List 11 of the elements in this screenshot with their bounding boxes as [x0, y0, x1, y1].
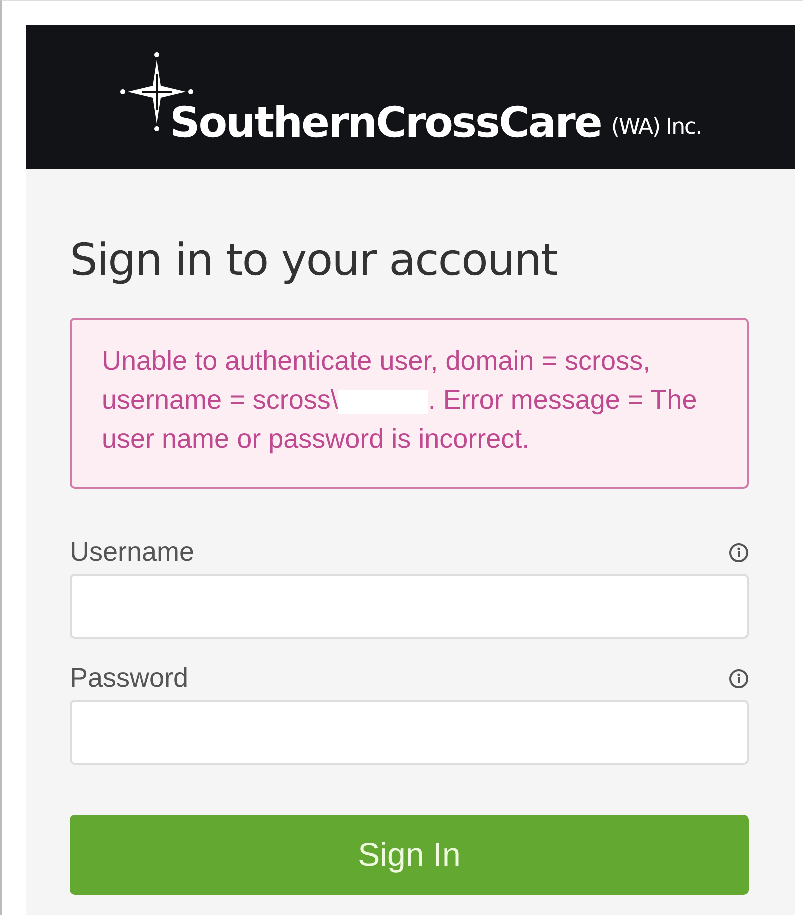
- page-title: Sign in to your account: [70, 235, 558, 286]
- logo-suffix: (WA) Inc.: [611, 115, 702, 140]
- sign-in-button[interactable]: Sign In: [70, 815, 749, 895]
- field-label: Username: [70, 537, 195, 568]
- input-field[interactable]: [70, 700, 749, 765]
- field-label: Password: [70, 663, 189, 694]
- input-field[interactable]: [70, 574, 749, 639]
- info-icon[interactable]: [729, 668, 749, 688]
- error-message: Unable to authenticate user, domain = scross, username = scross\ . Error message = The user name or password is incorrect.: [102, 345, 698, 456]
- logo-wordmark: SouthernCrossCare: [170, 102, 602, 144]
- info-icon[interactable]: [729, 542, 749, 562]
